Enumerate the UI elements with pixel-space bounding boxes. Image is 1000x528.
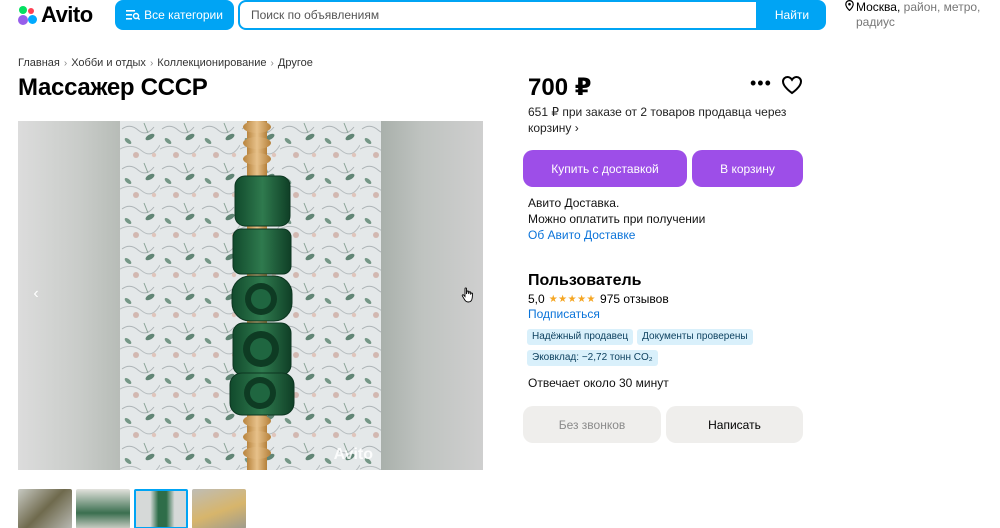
seller-rating: 5,0 ★★★★★ 975 отзывов [528,292,669,306]
badge-documents-verified[interactable]: Документы проверены [637,329,753,345]
seller-badges: Надёжный продавец Документы проверены Эк… [527,329,787,366]
logo-dots-icon [18,5,38,25]
photo-gallery[interactable]: Avito ‹ › [18,121,483,470]
buy-with-delivery-button[interactable]: Купить с доставкой [523,150,687,187]
thumbnail-strip [18,489,246,528]
massager-photo-image [120,121,381,470]
no-calls-button: Без звонков [523,406,661,443]
multi-order-price-note[interactable]: 651 ₽ при заказе от 2 товаров продавца ч… [528,104,798,136]
reply-time: Отвечает около 30 минут [528,376,669,390]
chevron-right-icon: › [149,57,154,69]
location-selector[interactable]: Москва, район, метро, радиус [845,0,995,30]
heart-icon[interactable] [781,75,803,95]
main-photo: Avito [120,121,381,470]
rating-value: 5,0 [528,292,545,306]
avito-watermark: Avito [333,446,373,463]
delivery-line: Авито Доставка. [528,196,620,210]
badge-eco-contribution[interactable]: Эковклад: −2,72 тонн CO₂ [527,350,658,366]
search-button[interactable]: Найти [758,0,826,30]
more-options-icon[interactable]: ••• [750,74,772,92]
delivery-info-link[interactable]: Об Авито Доставке [528,227,705,243]
location-hint-radius: радиус [856,15,895,29]
breadcrumb: Главная › Хобби и отдых › Коллекциониров… [18,57,313,69]
page-title: Массажер СССР [18,74,208,101]
delivery-line: Можно оплатить при получении [528,212,706,226]
thumbnail[interactable] [18,489,72,528]
all-categories-label: Все категории [144,8,223,22]
seller-name[interactable]: Пользователь [528,272,641,290]
write-message-button[interactable]: Написать [666,406,803,443]
price: 700 ₽ [528,74,592,101]
logo-text: Avito [41,2,93,27]
breadcrumb-item[interactable]: Хобби и отдых [71,57,146,69]
search-input[interactable]: Поиск по объявлениям [238,0,758,30]
thumbnail-active[interactable] [134,489,188,528]
rating-stars-icon: ★★★★★ [548,293,597,305]
add-to-cart-button[interactable]: В корзину [692,150,803,187]
subscribe-link[interactable]: Подписаться [528,307,600,321]
badge-reliable-seller[interactable]: Надёжный продавец [527,329,634,345]
search-placeholder: Поиск по объявлениям [251,8,380,22]
location-city: Москва, [856,0,901,14]
chevron-left-icon[interactable]: ‹ [26,285,46,303]
thumbnail[interactable] [192,489,246,528]
thumbnail[interactable] [76,489,130,528]
categories-icon [126,10,141,20]
breadcrumb-item[interactable]: Главная [18,57,60,69]
breadcrumb-item[interactable]: Другое [278,57,313,69]
delivery-info: Авито Доставка. Можно оплатить при получ… [528,195,705,243]
hand-cursor-icon [461,287,474,303]
chevron-right-icon: › [63,57,68,69]
breadcrumb-item[interactable]: Коллекционирование [157,57,266,69]
all-categories-button[interactable]: Все категории [115,0,234,30]
map-pin-icon [845,0,854,11]
chevron-right-icon: › [270,57,274,69]
location-hint: район, метро, [903,0,981,14]
avito-logo[interactable]: Avito [18,2,93,28]
reviews-count[interactable]: 975 отзывов [600,292,669,306]
